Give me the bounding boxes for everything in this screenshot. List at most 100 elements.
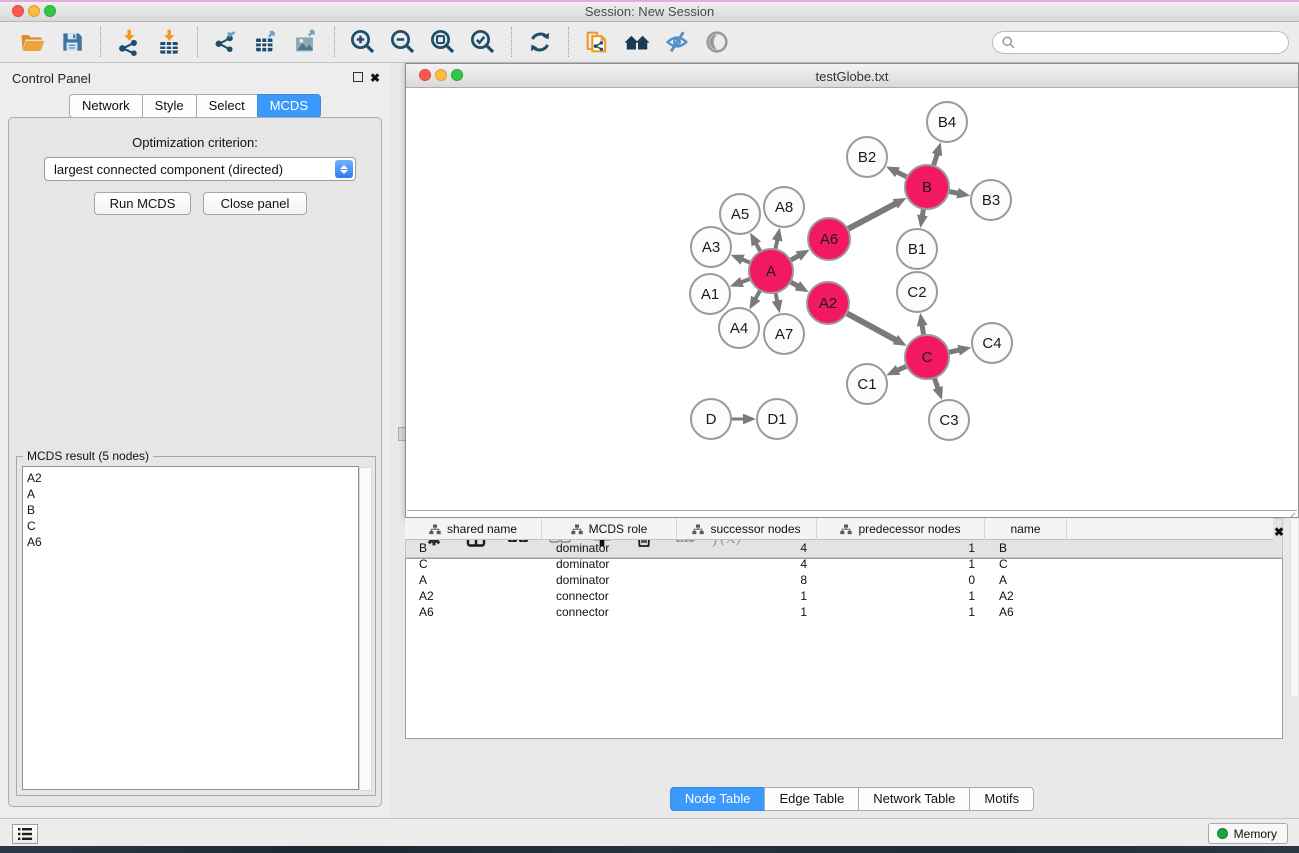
graph-node-B4[interactable]: B4	[927, 102, 967, 142]
mcds-result-item[interactable]: A6	[27, 534, 358, 550]
cell-MCDS-role[interactable]: dominator	[542, 556, 677, 572]
zoom-out-icon[interactable]	[386, 26, 420, 58]
cell-shared-name[interactable]: B	[405, 540, 542, 556]
mcds-list-scrollbar[interactable]	[359, 467, 372, 791]
cell-name[interactable]: C	[985, 556, 1067, 572]
graph-node-C2[interactable]: C2	[897, 272, 937, 312]
cell-successor-nodes[interactable]: 1	[677, 604, 817, 620]
hide-graphics-details-icon[interactable]	[660, 26, 694, 58]
cell-predecessor-nodes[interactable]: 1	[817, 556, 985, 572]
graph-node-A[interactable]: A	[749, 249, 793, 293]
import-network-icon[interactable]	[112, 26, 146, 58]
mcds-result-item[interactable]: A2	[27, 470, 358, 486]
zoom-fit-icon[interactable]	[426, 26, 460, 58]
graph-node-B2[interactable]: B2	[847, 137, 887, 177]
cell-MCDS-role[interactable]: dominator	[542, 572, 677, 588]
home-view-icon[interactable]	[620, 26, 654, 58]
mcds-result-list[interactable]: A2ABCA6	[22, 466, 359, 790]
cell-shared-name[interactable]: A2	[405, 588, 542, 604]
cell-predecessor-nodes[interactable]: 1	[817, 604, 985, 620]
copy-network-icon[interactable]	[580, 26, 614, 58]
export-image-icon[interactable]	[289, 26, 323, 58]
graph-node-D[interactable]: D	[691, 399, 731, 439]
cell-name[interactable]: A	[985, 572, 1067, 588]
cell-shared-name[interactable]: A	[405, 572, 542, 588]
run-mcds-button[interactable]: Run MCDS	[94, 192, 191, 215]
export-table-icon[interactable]	[249, 26, 283, 58]
zoom-selected-icon[interactable]	[466, 26, 500, 58]
tab-edge-table[interactable]: Edge Table	[764, 787, 858, 811]
graph-node-C3[interactable]: C3	[929, 400, 969, 440]
cell-name[interactable]: A6	[985, 604, 1067, 620]
table-row[interactable]: A6connector11A6	[405, 604, 1273, 620]
column-header-MCDS-role[interactable]: MCDS role	[542, 518, 677, 540]
open-session-icon[interactable]	[15, 26, 49, 58]
cell-successor-nodes[interactable]: 4	[677, 556, 817, 572]
tab-mcds[interactable]: MCDS	[257, 94, 321, 118]
cell-successor-nodes[interactable]: 4	[677, 540, 817, 556]
column-header-shared-name[interactable]: shared name	[405, 518, 542, 540]
graph-node-D1[interactable]: D1	[757, 399, 797, 439]
graph-node-A4[interactable]: A4	[719, 308, 759, 348]
save-session-icon[interactable]	[55, 26, 89, 58]
network-canvas[interactable]: B4 B2 B B3 A8A5 A6 A3 B1 A A1 C2 A2 A4A7 C4 C C1 C3 D D1	[407, 89, 1297, 511]
graph-node-B[interactable]: B	[905, 165, 949, 209]
column-header-successor-nodes[interactable]: successor nodes	[677, 518, 817, 540]
graph-node-A2[interactable]: A2	[807, 282, 849, 324]
refresh-icon[interactable]	[523, 26, 557, 58]
export-network-icon[interactable]	[209, 26, 243, 58]
criterion-dropdown[interactable]: largest connected component (directed)	[44, 157, 356, 181]
cell-shared-name[interactable]: A6	[405, 604, 542, 620]
cell-predecessor-nodes[interactable]: 0	[817, 572, 985, 588]
graph-node-A6[interactable]: A6	[808, 218, 850, 260]
graph-edge-A2-C[interactable]	[845, 312, 897, 341]
table-row[interactable]: Adominator80A	[405, 572, 1273, 588]
cell-successor-nodes[interactable]: 8	[677, 572, 817, 588]
graph-node-C4[interactable]: C4	[972, 323, 1012, 363]
graph-node-A1[interactable]: A1	[690, 274, 730, 314]
column-header-name[interactable]: name	[985, 518, 1067, 540]
cell-name[interactable]: A2	[985, 588, 1067, 604]
table-scrollbar[interactable]	[1290, 519, 1298, 696]
cell-MCDS-role[interactable]: connector	[542, 604, 677, 620]
show-graphics-details-icon[interactable]	[700, 26, 734, 58]
tab-node-table[interactable]: Node Table	[670, 787, 765, 811]
close-panel-icon[interactable]: ✖	[370, 71, 380, 85]
graph-node-A8[interactable]: A8	[764, 187, 804, 227]
graph-edge-A6-B[interactable]	[846, 203, 897, 230]
cell-shared-name[interactable]: C	[405, 556, 542, 572]
graph-node-C[interactable]: C	[905, 335, 949, 379]
tab-network[interactable]: Network	[69, 94, 142, 118]
mcds-result-item[interactable]: B	[27, 502, 358, 518]
search-input[interactable]	[1016, 35, 1266, 49]
close-table-panel-icon[interactable]: ✖	[1274, 525, 1284, 539]
cell-MCDS-role[interactable]: dominator	[542, 540, 677, 556]
graph-node-B1[interactable]: B1	[897, 229, 937, 269]
graph-node-C1[interactable]: C1	[847, 364, 887, 404]
zoom-in-icon[interactable]	[346, 26, 380, 58]
memory-button[interactable]: Memory	[1208, 823, 1288, 844]
cell-predecessor-nodes[interactable]: 1	[817, 588, 985, 604]
float-panel-icon[interactable]	[353, 71, 363, 85]
graph-node-B3[interactable]: B3	[971, 180, 1011, 220]
cell-MCDS-role[interactable]: connector	[542, 588, 677, 604]
cell-name[interactable]: B	[985, 540, 1067, 556]
tab-select[interactable]: Select	[196, 94, 257, 118]
table-row[interactable]: A2connector11A2	[405, 588, 1273, 604]
task-history-button[interactable]	[12, 824, 38, 844]
graph-node-A3[interactable]: A3	[691, 227, 731, 267]
graph-node-A7[interactable]: A7	[764, 314, 804, 354]
cell-predecessor-nodes[interactable]: 1	[817, 540, 985, 556]
search-box[interactable]	[992, 31, 1289, 54]
graph-node-A5[interactable]: A5	[720, 194, 760, 234]
tab-style[interactable]: Style	[142, 94, 196, 118]
cell-successor-nodes[interactable]: 1	[677, 588, 817, 604]
mcds-result-item[interactable]: C	[27, 518, 358, 534]
tab-network-table[interactable]: Network Table	[858, 787, 969, 811]
tab-motifs[interactable]: Motifs	[969, 787, 1034, 811]
import-table-icon[interactable]	[152, 26, 186, 58]
mcds-result-item[interactable]: A	[27, 486, 358, 502]
table-row[interactable]: Bdominator41B	[405, 540, 1273, 556]
column-header-predecessor-nodes[interactable]: predecessor nodes	[817, 518, 985, 540]
close-panel-button[interactable]: Close panel	[203, 192, 307, 215]
